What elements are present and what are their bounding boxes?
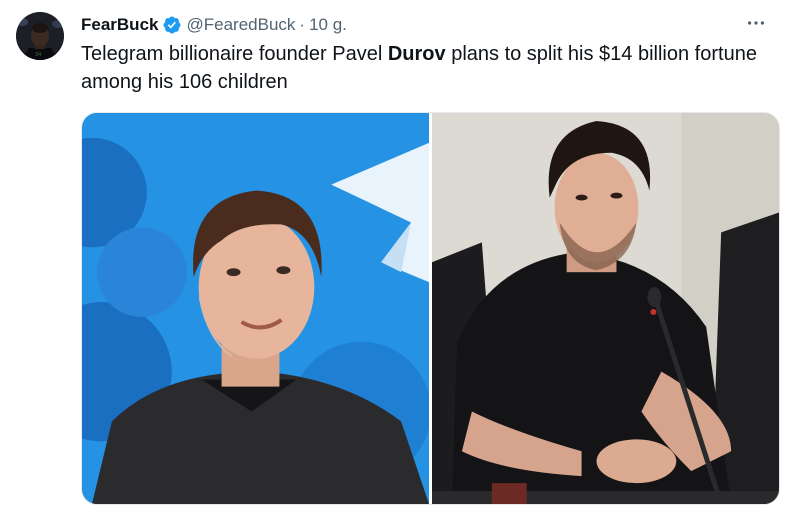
display-name[interactable]: FearBuck <box>81 15 158 35</box>
verified-badge-icon[interactable] <box>162 15 182 35</box>
separator-dot: · <box>299 15 306 34</box>
tweet-text-part: Telegram billionaire founder Pavel <box>81 43 388 65</box>
tweet-text: Telegram billionaire founder Pavel Durov… <box>81 40 761 96</box>
more-options-button[interactable] <box>743 12 769 34</box>
more-options-icon <box>747 21 765 25</box>
user-handle[interactable]: @FearedBuck <box>186 15 295 35</box>
avatar-image: 34 <box>16 12 64 60</box>
photo-conference[interactable] <box>432 113 779 504</box>
photo-telegram-background[interactable] <box>82 113 429 504</box>
svg-text:34: 34 <box>35 52 41 58</box>
tweet[interactable]: 34 FearBuck @FearedBuck · 10 g. Telegram… <box>0 0 787 512</box>
avatar[interactable]: 34 <box>16 12 64 60</box>
tweet-header: FearBuck @FearedBuck · 10 g. <box>81 14 347 36</box>
tweet-timestamp[interactable]: 10 g. <box>309 15 347 35</box>
tweet-text-bold: Durov <box>387 43 446 65</box>
media-grid <box>81 112 780 505</box>
